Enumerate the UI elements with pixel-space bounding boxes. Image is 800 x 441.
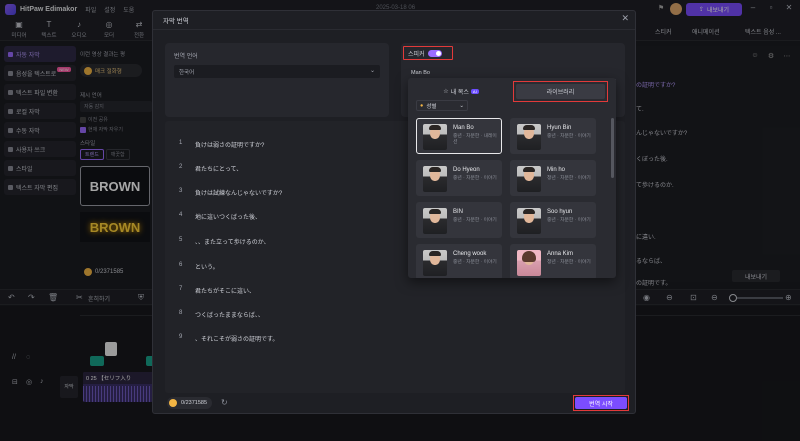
voice-meta: 중년 · 차분한 · 이야기: [453, 218, 497, 223]
list-item[interactable]: 5 、、また立って歩けるのか、: [165, 232, 415, 252]
voice-card[interactable]: Min ho 청년 · 차분한 · 이야기: [510, 160, 596, 196]
voice-card[interactable]: Soo hyun 중년 · 차분한 · 이야기: [510, 202, 596, 238]
speaker-toggle[interactable]: [427, 49, 442, 57]
voice-avatar: [423, 250, 447, 276]
voice-meta: 중년 · 차분한 · 이야기: [453, 260, 497, 265]
close-icon[interactable]: ✕: [621, 13, 629, 24]
refresh-icon[interactable]: ↻: [221, 398, 228, 407]
voice-name: Soo hyun: [547, 209, 573, 215]
voice-card[interactable]: BIN 중년 · 차분한 · 이야기: [416, 202, 502, 238]
voice-card[interactable]: Anna Kim 청년 · 차분한 · 이야기: [510, 244, 596, 278]
voice-card[interactable]: Cheng wook 중년 · 차분한 · 이야기: [416, 244, 502, 278]
voice-name: Hyun Bin: [547, 125, 572, 131]
list-item[interactable]: 9 、それこそが弱さの証明です。: [165, 329, 415, 349]
voice-avatar: [517, 208, 541, 234]
start-translation-button[interactable]: 번역 시작: [575, 397, 627, 409]
voice-name: Man Bo: [453, 125, 474, 131]
list-item[interactable]: 8 つくばったままならば、、: [165, 305, 415, 325]
coin-icon: [169, 399, 177, 407]
voice-card[interactable]: Do Hyeon 중년 · 차분한 · 이야기: [416, 160, 502, 196]
chevron-down-icon: ⌄: [369, 68, 375, 74]
voice-name: BIN: [453, 209, 464, 215]
source-language-label: 번역 언어: [174, 54, 198, 60]
start-button-highlight: 번역 시작: [573, 395, 629, 411]
library-tab-highlight: 라이브러리: [513, 81, 608, 102]
credits-counter: 0/2371585: [167, 397, 212, 409]
list-item[interactable]: 1 負けは弱さの証明ですか?: [165, 135, 415, 155]
source-language-box: 번역 언어 한국어 ⌄: [165, 43, 389, 117]
voice-card[interactable]: Man Bo 중년 · 차분한 · 내레이션: [416, 118, 502, 154]
voice-avatar: [423, 166, 447, 192]
list-item[interactable]: 3 負けは試練なんじゃないですか?: [165, 183, 415, 203]
list-item[interactable]: 2 君たちにとって、: [165, 159, 415, 179]
source-language-select[interactable]: 한국어 ⌄: [174, 65, 380, 78]
gender-filter[interactable]: ● 성별 ⌄: [416, 100, 468, 111]
voice-avatar: [423, 124, 447, 150]
voice-meta: 청년 · 차분한 · 이야기: [547, 260, 591, 265]
dropdown-scrollbar[interactable]: [611, 118, 614, 178]
voice-avatar: [517, 250, 541, 276]
voice-meta: 중년 · 차분한 · 이야기: [453, 176, 497, 181]
chevron-down-icon: ⌄: [459, 102, 464, 109]
divider: [153, 29, 635, 30]
ai-badge: AI: [470, 88, 479, 94]
speaker-toggle-highlight: 스피커: [403, 46, 453, 60]
voice-avatar: [423, 208, 447, 234]
star-icon: ☆: [443, 88, 449, 95]
tab-library[interactable]: 라이브러리: [516, 84, 605, 99]
voice-card[interactable]: Hyun Bin 중년 · 차분한 · 이야기: [510, 118, 596, 154]
list-item[interactable]: 7 君たちがそこに這い、: [165, 281, 415, 301]
speaker-label: 스피커: [408, 51, 425, 58]
voice-name: Min ho: [547, 167, 566, 173]
speaker-dropdown: ☆ 내 복스 AI 라이브러리 ● 성별 ⌄ Man Bo 중년 · 차분한 · …: [408, 78, 616, 278]
voice-meta: 중년 · 차분한 · 내레이션: [453, 134, 497, 145]
voice-avatar: [517, 124, 541, 150]
voice-name: Anna Kim: [547, 251, 574, 257]
voice-name: Do Hyeon: [453, 167, 480, 173]
person-icon: ●: [420, 102, 424, 109]
voice-avatar: [517, 166, 541, 192]
list-item[interactable]: 4 地に這いつくばった後、: [165, 207, 415, 227]
dialog-title: 자막 번역: [163, 18, 189, 25]
tab-my-voice[interactable]: ☆ 내 복스 AI: [416, 84, 506, 98]
voice-meta: 중년 · 차분한 · 이야기: [547, 218, 591, 223]
voice-name: Cheng wook: [453, 251, 487, 257]
voice-meta: 중년 · 차분한 · 이야기: [547, 134, 591, 139]
voice-meta: 청년 · 차분한 · 이야기: [547, 176, 591, 181]
list-item[interactable]: 6 という。: [165, 257, 415, 277]
